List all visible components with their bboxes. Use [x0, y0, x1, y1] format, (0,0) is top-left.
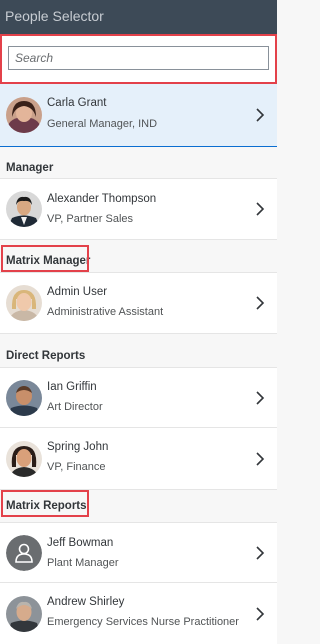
section-header-direct-reports: Direct Reports	[0, 334, 277, 368]
person-name: Ian Griffin	[47, 381, 97, 393]
section-label: Direct Reports	[6, 350, 86, 362]
section-label: Manager	[6, 162, 54, 174]
selected-person[interactable]: Carla Grant General Manager, IND	[0, 84, 277, 146]
chevron-right-icon[interactable]	[255, 108, 265, 122]
person-row-admin-user[interactable]: Admin User Administrative Assistant	[0, 273, 277, 334]
person-row-andrew-shirley[interactable]: Andrew Shirley Emergency Services Nurse …	[0, 583, 277, 644]
avatar-alexander-thompson	[6, 191, 42, 227]
person-title: Administrative Assistant	[47, 306, 164, 318]
highlight-box	[1, 490, 89, 517]
section-header-matrix-reports: Matrix Reports	[0, 490, 277, 523]
title-bar: People Selector	[0, 0, 277, 34]
person-title: VP, Finance	[47, 461, 106, 473]
person-name: Admin User	[47, 286, 108, 298]
search-bar	[0, 34, 277, 84]
chevron-right-icon[interactable]	[255, 607, 265, 621]
search-input[interactable]	[9, 47, 268, 69]
search-box[interactable]	[8, 46, 269, 70]
highlight-box	[1, 245, 89, 272]
person-row-jeff-bowman[interactable]: Jeff Bowman Plant Manager	[0, 523, 277, 583]
person-title: Emergency Services Nurse Practitioner	[47, 616, 239, 628]
avatar-spring-john	[6, 440, 42, 477]
avatar-admin-user	[6, 285, 42, 321]
person-title: Plant Manager	[47, 557, 119, 569]
section-header-matrix-manager: Matrix Manager	[0, 240, 277, 273]
person-row-spring-john[interactable]: Spring John VP, Finance	[0, 428, 277, 490]
person-name: Alexander Thompson	[47, 193, 157, 205]
person-title: General Manager, IND	[47, 118, 158, 130]
avatar-ian-griffin	[6, 379, 42, 416]
person-title: Art Director	[47, 401, 103, 413]
person-row-alexander-thompson[interactable]: Alexander Thompson VP, Partner Sales	[0, 179, 277, 240]
chevron-right-icon[interactable]	[255, 545, 265, 560]
chevron-right-icon[interactable]	[255, 202, 265, 216]
chevron-right-icon[interactable]	[255, 451, 265, 466]
chevron-right-icon[interactable]	[255, 296, 265, 310]
person-name: Jeff Bowman	[47, 537, 114, 549]
page-title: People Selector	[5, 8, 104, 24]
avatar-carla-grant	[6, 97, 42, 133]
person-name: Spring John	[47, 441, 109, 453]
person-name: Carla Grant	[47, 97, 107, 109]
avatar-andrew-shirley	[6, 596, 42, 632]
section-header-manager: Manager	[0, 147, 277, 179]
person-row-ian-griffin[interactable]: Ian Griffin Art Director	[0, 368, 277, 428]
person-placeholder-icon	[6, 534, 42, 571]
person-title: VP, Partner Sales	[47, 213, 134, 225]
chevron-right-icon[interactable]	[255, 390, 265, 405]
person-name: Andrew Shirley	[47, 596, 125, 608]
